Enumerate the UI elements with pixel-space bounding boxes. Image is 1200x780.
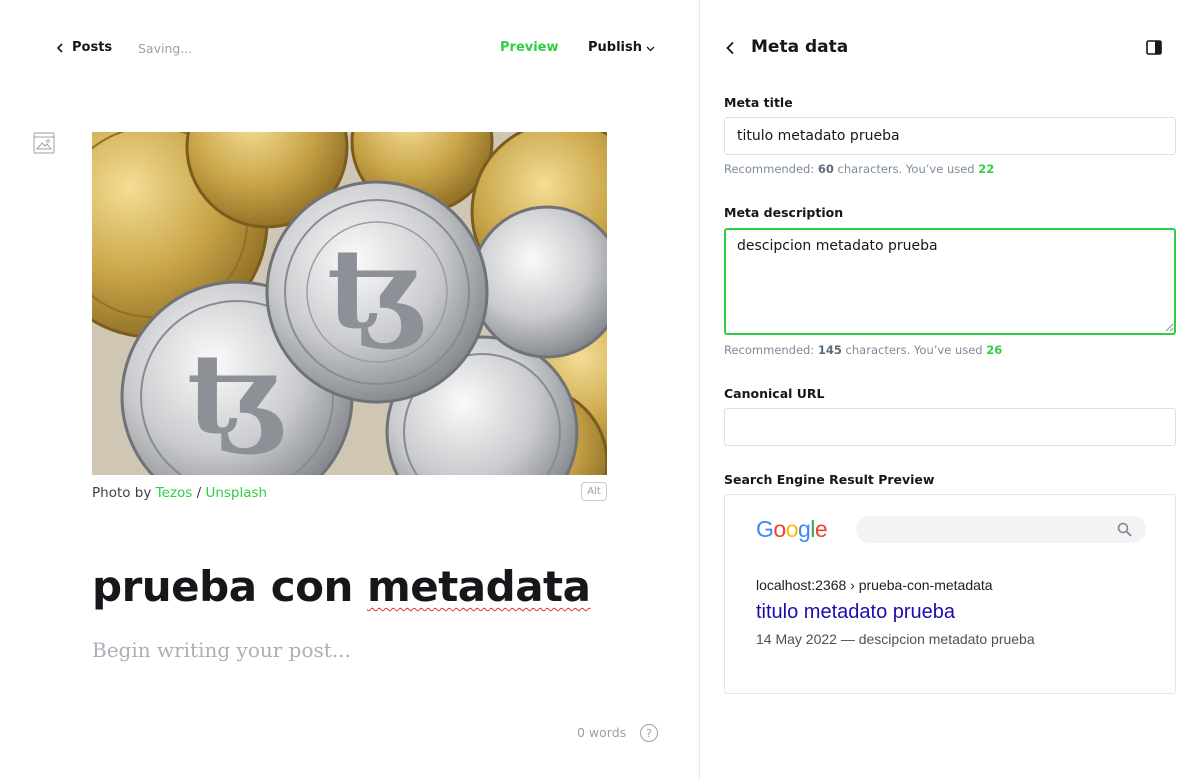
caption-author-link[interactable]: Tezos bbox=[156, 485, 193, 501]
editor-topbar: Posts Saving... Preview Publish bbox=[0, 0, 700, 96]
sidebar-toggle-icon[interactable] bbox=[1146, 40, 1162, 55]
caption-source-link[interactable]: Unsplash bbox=[205, 485, 267, 501]
hint-used-count: 26 bbox=[986, 343, 1003, 357]
chevron-left-icon bbox=[726, 41, 734, 55]
post-title[interactable]: prueba con metadata bbox=[92, 562, 591, 611]
caption-prefix: Photo by bbox=[92, 485, 156, 501]
image-caption[interactable]: Photo by Tezos / Unsplash bbox=[92, 485, 267, 501]
publish-button[interactable]: Publish bbox=[588, 40, 655, 55]
meta-description-label: Meta description bbox=[724, 205, 844, 220]
chevron-left-icon bbox=[56, 42, 63, 53]
google-search-bar bbox=[856, 516, 1146, 543]
panel-back-button[interactable] bbox=[725, 40, 739, 56]
hint-recommended: 145 bbox=[817, 343, 842, 357]
logo-letter: g bbox=[797, 516, 811, 542]
hint-middle: characters. You’ve used bbox=[833, 162, 979, 176]
alt-text-button[interactable]: Alt bbox=[581, 482, 607, 501]
hint-prefix: Recommended: bbox=[724, 162, 818, 176]
hint-middle: characters. You’ve used bbox=[841, 343, 987, 357]
resize-handle-icon[interactable] bbox=[1165, 323, 1174, 332]
chevron-down-icon bbox=[646, 46, 655, 51]
back-link-label: Posts bbox=[72, 40, 113, 55]
hint-used-count: 22 bbox=[978, 162, 995, 176]
caption-separator: / bbox=[192, 485, 206, 501]
feature-image[interactable]: ꜩ ꜩ bbox=[92, 132, 607, 475]
svg-text:ꜩ: ꜩ bbox=[327, 224, 427, 353]
logo-letter: e bbox=[814, 516, 828, 542]
logo-letter: o bbox=[785, 516, 799, 542]
canonical-url-input[interactable] bbox=[724, 408, 1176, 446]
save-status: Saving... bbox=[138, 41, 193, 56]
serp-preview-card: Google localhost:2368 › prueba-con-metad… bbox=[724, 494, 1176, 694]
serp-preview-label: Search Engine Result Preview bbox=[724, 472, 935, 487]
meta-description-textarea[interactable] bbox=[724, 228, 1176, 335]
editor-pane: Posts Saving... Preview Publish ꜩ ꜩ Phot… bbox=[0, 0, 700, 780]
svg-text:ꜩ: ꜩ bbox=[187, 329, 287, 458]
post-title-part: prueba con bbox=[92, 562, 367, 611]
crypto-coins-image: ꜩ ꜩ bbox=[92, 132, 607, 475]
hint-recommended: 60 bbox=[817, 162, 834, 176]
panel-title: Meta data bbox=[751, 37, 849, 57]
preview-button[interactable]: Preview bbox=[500, 40, 559, 55]
feature-image-icon[interactable] bbox=[33, 132, 55, 154]
meta-title-label: Meta title bbox=[724, 95, 793, 110]
google-logo: Google bbox=[756, 516, 828, 543]
post-title-misspelled-word: metadata bbox=[366, 562, 591, 611]
help-button[interactable]: ? bbox=[640, 724, 658, 742]
serp-title: titulo metadato prueba bbox=[756, 601, 956, 623]
word-count: 0 words bbox=[577, 725, 627, 740]
meta-title-input[interactable] bbox=[724, 117, 1176, 155]
hint-prefix: Recommended: bbox=[724, 343, 818, 357]
search-icon bbox=[1117, 522, 1132, 537]
logo-letter: G bbox=[756, 516, 774, 542]
canonical-url-label: Canonical URL bbox=[724, 386, 825, 401]
meta-description-hint: Recommended: 145 characters. You’ve used… bbox=[724, 343, 1002, 357]
serp-url: localhost:2368 › prueba-con-metadata bbox=[756, 577, 993, 593]
back-to-posts-link[interactable]: Posts bbox=[56, 40, 112, 55]
logo-letter: o bbox=[773, 516, 786, 542]
meta-data-panel: Meta data Meta title Recommended: 60 cha… bbox=[701, 0, 1200, 780]
post-body-editor[interactable]: Begin writing your post... bbox=[92, 638, 351, 662]
meta-title-hint: Recommended: 60 characters. You’ve used … bbox=[724, 162, 994, 176]
serp-description: 14 May 2022 — descipcion metadato prueba bbox=[756, 631, 1035, 647]
publish-label: Publish bbox=[588, 40, 642, 55]
